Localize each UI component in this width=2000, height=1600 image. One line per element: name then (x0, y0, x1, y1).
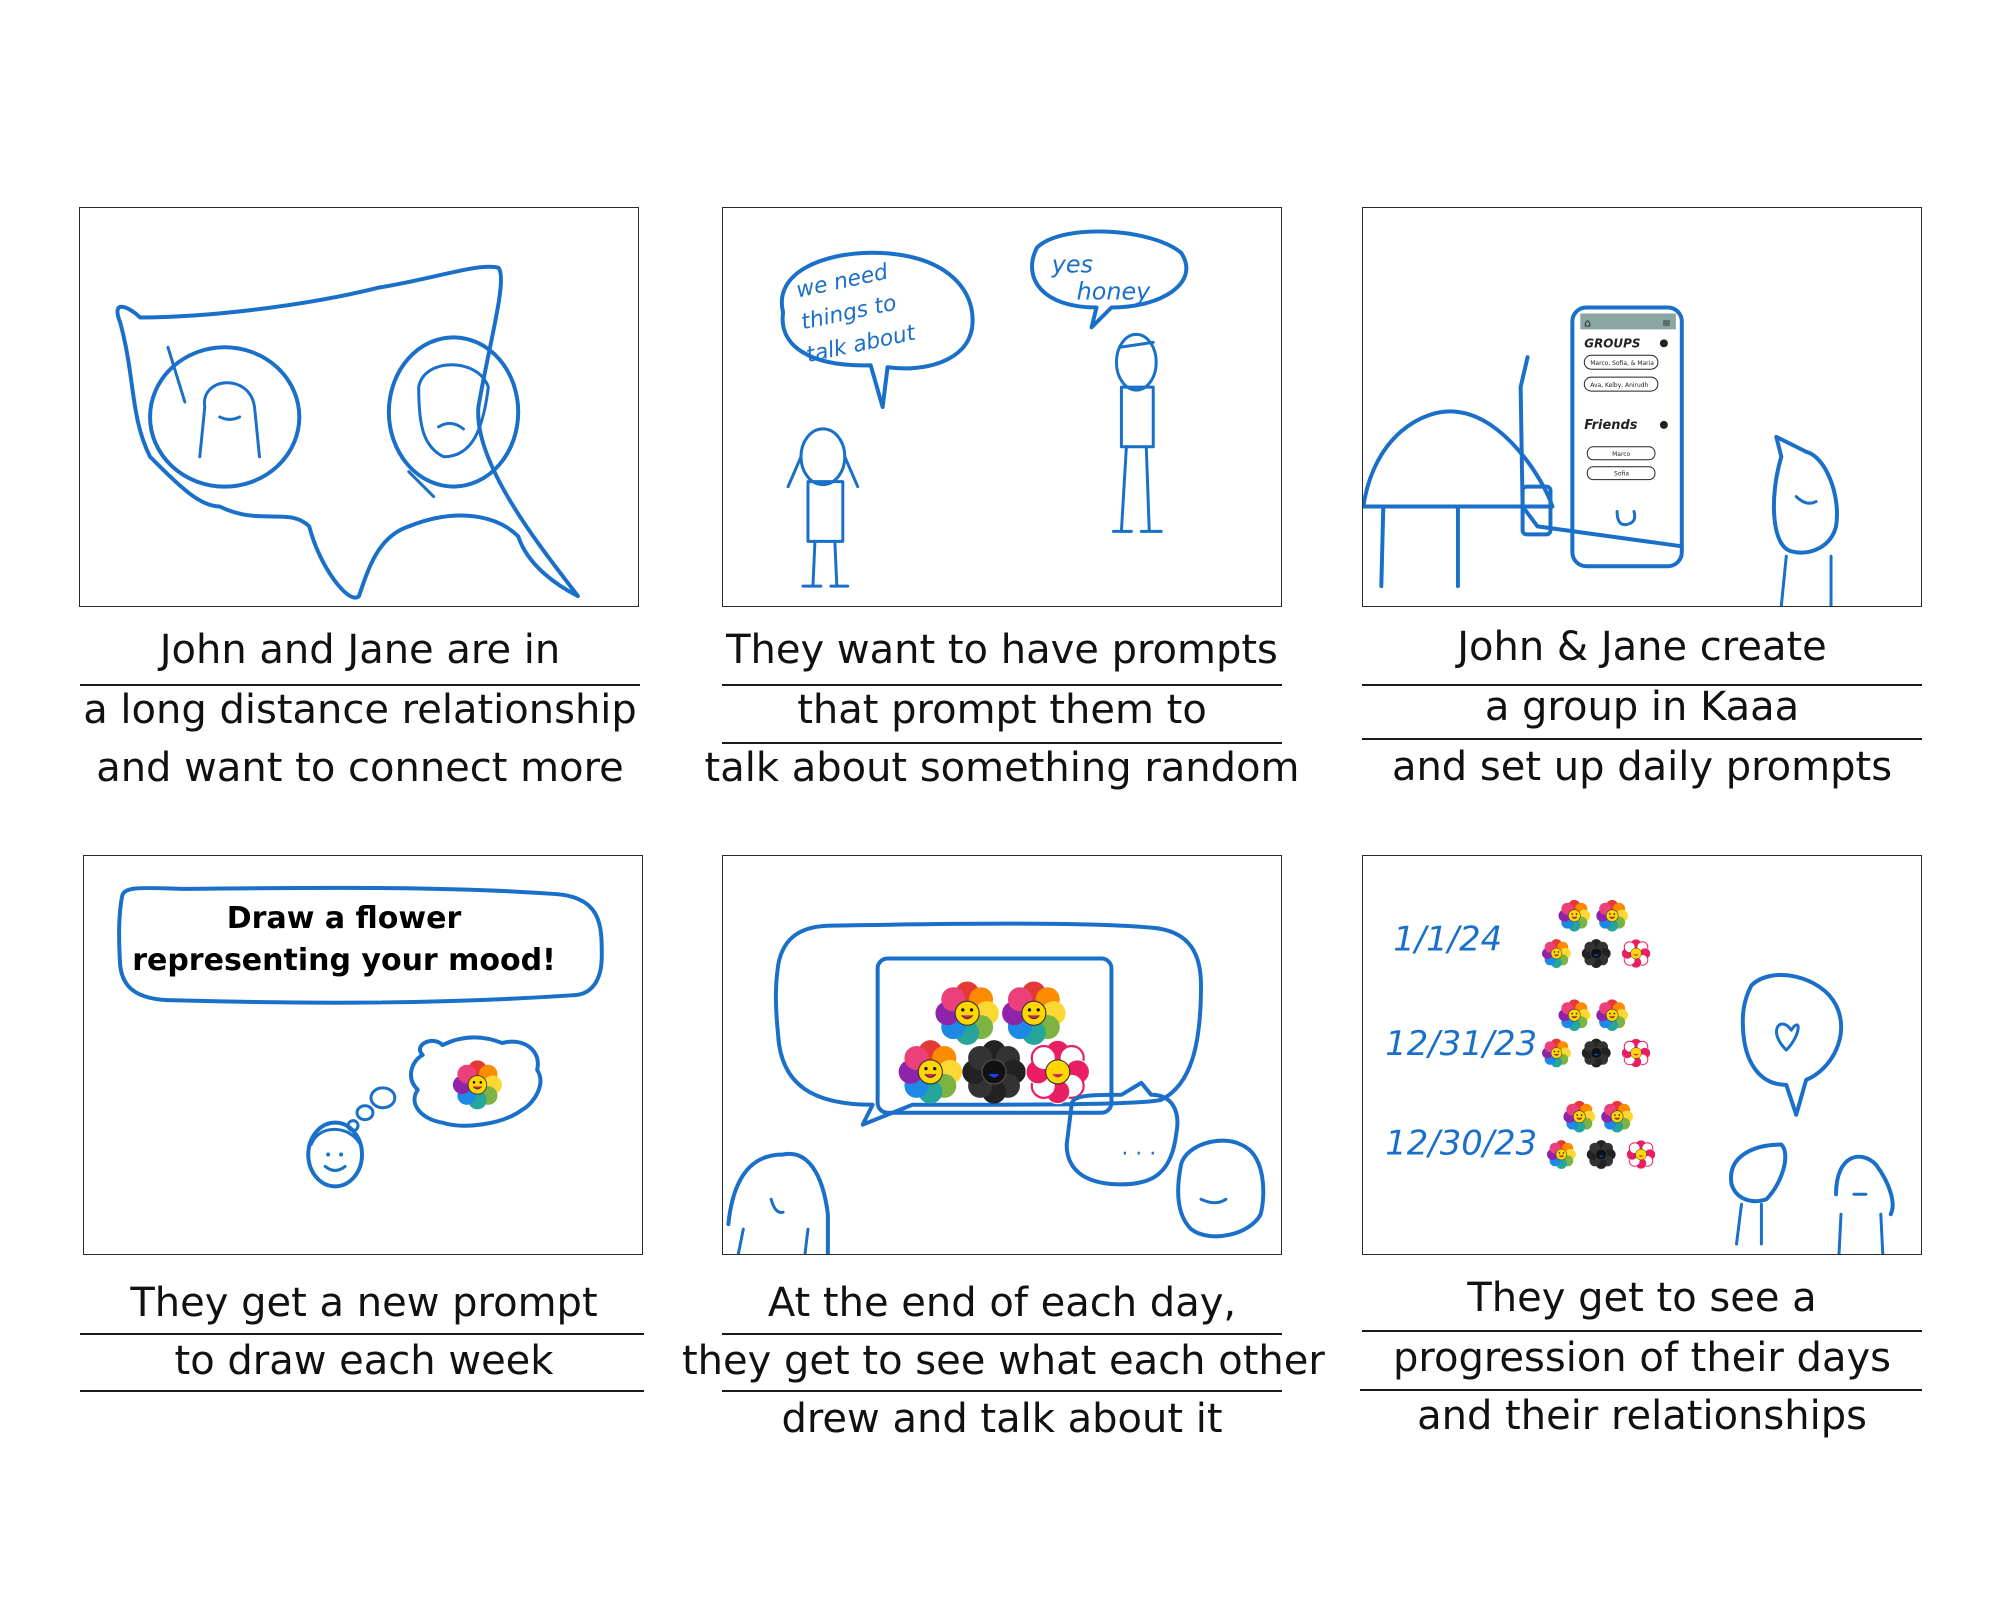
flower-icon (1001, 980, 1067, 1046)
flower-icon (898, 1039, 963, 1105)
groups-label: GROUPS (1584, 336, 1640, 350)
boy-figure-icon (1111, 332, 1163, 533)
caption-line: a long distance relationship (83, 687, 637, 733)
caption-rule (722, 1333, 1282, 1335)
panel-6-frame: 1/1/24 12/31/23 12/30/23 (1362, 855, 1922, 1255)
caption-line: to draw each week (174, 1338, 554, 1384)
panel-5-frame: . . . (722, 855, 1282, 1255)
person-figure-icon (1772, 434, 1839, 606)
caption-line: They get to see a (1467, 1275, 1817, 1321)
caption-rule (80, 1333, 644, 1335)
date-label: 12/31/23 (1385, 1024, 1537, 1063)
caption-line: At the end of each day, (767, 1280, 1237, 1326)
bubble-right-text: honey (1077, 278, 1152, 306)
hand-figure-icon (1363, 409, 1555, 589)
ellipsis: . . . (1121, 1136, 1156, 1161)
group-item-label: Marco, Sofia, & Maria (1590, 360, 1654, 367)
caption-line: that prompt them to (797, 687, 1207, 733)
mood-flower-icon (452, 1059, 503, 1110)
flower-icon (961, 1039, 1027, 1105)
boy-face-icon (1176, 1138, 1266, 1239)
girl-figure-icon (786, 427, 860, 588)
caption-line: talk about something random (704, 745, 1300, 791)
group-item-label: Ava, Kelby, Anirudh (1590, 382, 1648, 389)
daily-flowers-group (1542, 999, 1650, 1067)
caption-line: progression of their days (1393, 1335, 1891, 1381)
prompt-text: Draw a flower representing your mood! (132, 901, 556, 978)
phone-mockup: ⌂ ≡ GROUPS Marco, Sofia, & Maria Ava, Ke… (1518, 305, 1684, 569)
caption-line: a group in Kaaa (1484, 684, 1800, 730)
daily-flowers-group (1547, 1101, 1655, 1169)
couple-figures-icon (1729, 1142, 1895, 1254)
caption-rule (1362, 738, 1922, 740)
friends-label: Friends (1584, 418, 1637, 433)
sad-boy-portrait-icon (386, 335, 521, 499)
small-speech-bubble (1064, 1080, 1180, 1187)
panel-2-sketch: we need things to talk about yes honey (779, 229, 1189, 588)
add-friend-icon[interactable] (1659, 420, 1668, 429)
caption-rule (722, 1390, 1282, 1392)
girl-portrait-icon (148, 345, 302, 489)
girl-face-icon (726, 1151, 830, 1254)
daily-flowers-group (1542, 900, 1650, 968)
add-group-icon[interactable] (1659, 339, 1668, 348)
caption-line: and their relationships (1417, 1393, 1867, 1439)
caption-line: They want to have prompts (726, 627, 1278, 673)
date-label: 1/1/24 (1393, 920, 1502, 959)
panel-5-sketch: . . . (726, 921, 1266, 1254)
caption-line: they get to see what each other (682, 1338, 1325, 1384)
caption-line: They get a new prompt (130, 1280, 598, 1326)
panel-2-frame: we need things to talk about yes honey (722, 207, 1282, 607)
caption-rule (80, 1390, 644, 1392)
heart-icon (1775, 1022, 1800, 1052)
flower-icon (1024, 1039, 1091, 1105)
date-label: 12/30/23 (1385, 1124, 1537, 1163)
caption-line: John & Jane create (1457, 624, 1827, 670)
flower-icon (934, 980, 1000, 1046)
caption-rule (1362, 1330, 1922, 1332)
caption-line: John and Jane are in (159, 627, 561, 673)
caption-line: and set up daily prompts (1391, 744, 1893, 790)
home-icon[interactable]: ⌂ (1584, 316, 1591, 329)
panel-6-sketch: 1/1/24 12/31/23 12/30/23 (1385, 856, 1895, 1254)
friend-item-label: Sofia (1614, 471, 1629, 478)
map-sketch (115, 264, 580, 600)
thinking-person-icon (306, 1120, 364, 1189)
caption-line: drew and talk about it (781, 1396, 1223, 1442)
caption-line: and want to connect more (96, 745, 624, 791)
menu-icon[interactable]: ≡ (1662, 316, 1671, 329)
bubble-right-text: yes (1051, 251, 1093, 279)
panel-3-frame: ⌂ ≡ GROUPS Marco, Sofia, & Maria Ava, Ke… (1362, 207, 1922, 607)
friend-item-label: Marco (1612, 451, 1630, 458)
panel-4-frame: Draw a flower representing your mood! (83, 855, 643, 1255)
panel-1-sketch (115, 264, 580, 600)
panel-1-frame (79, 207, 639, 607)
panel-3-sketch: ⌂ ≡ GROUPS Marco, Sofia, & Maria Ava, Ke… (1363, 305, 1839, 606)
